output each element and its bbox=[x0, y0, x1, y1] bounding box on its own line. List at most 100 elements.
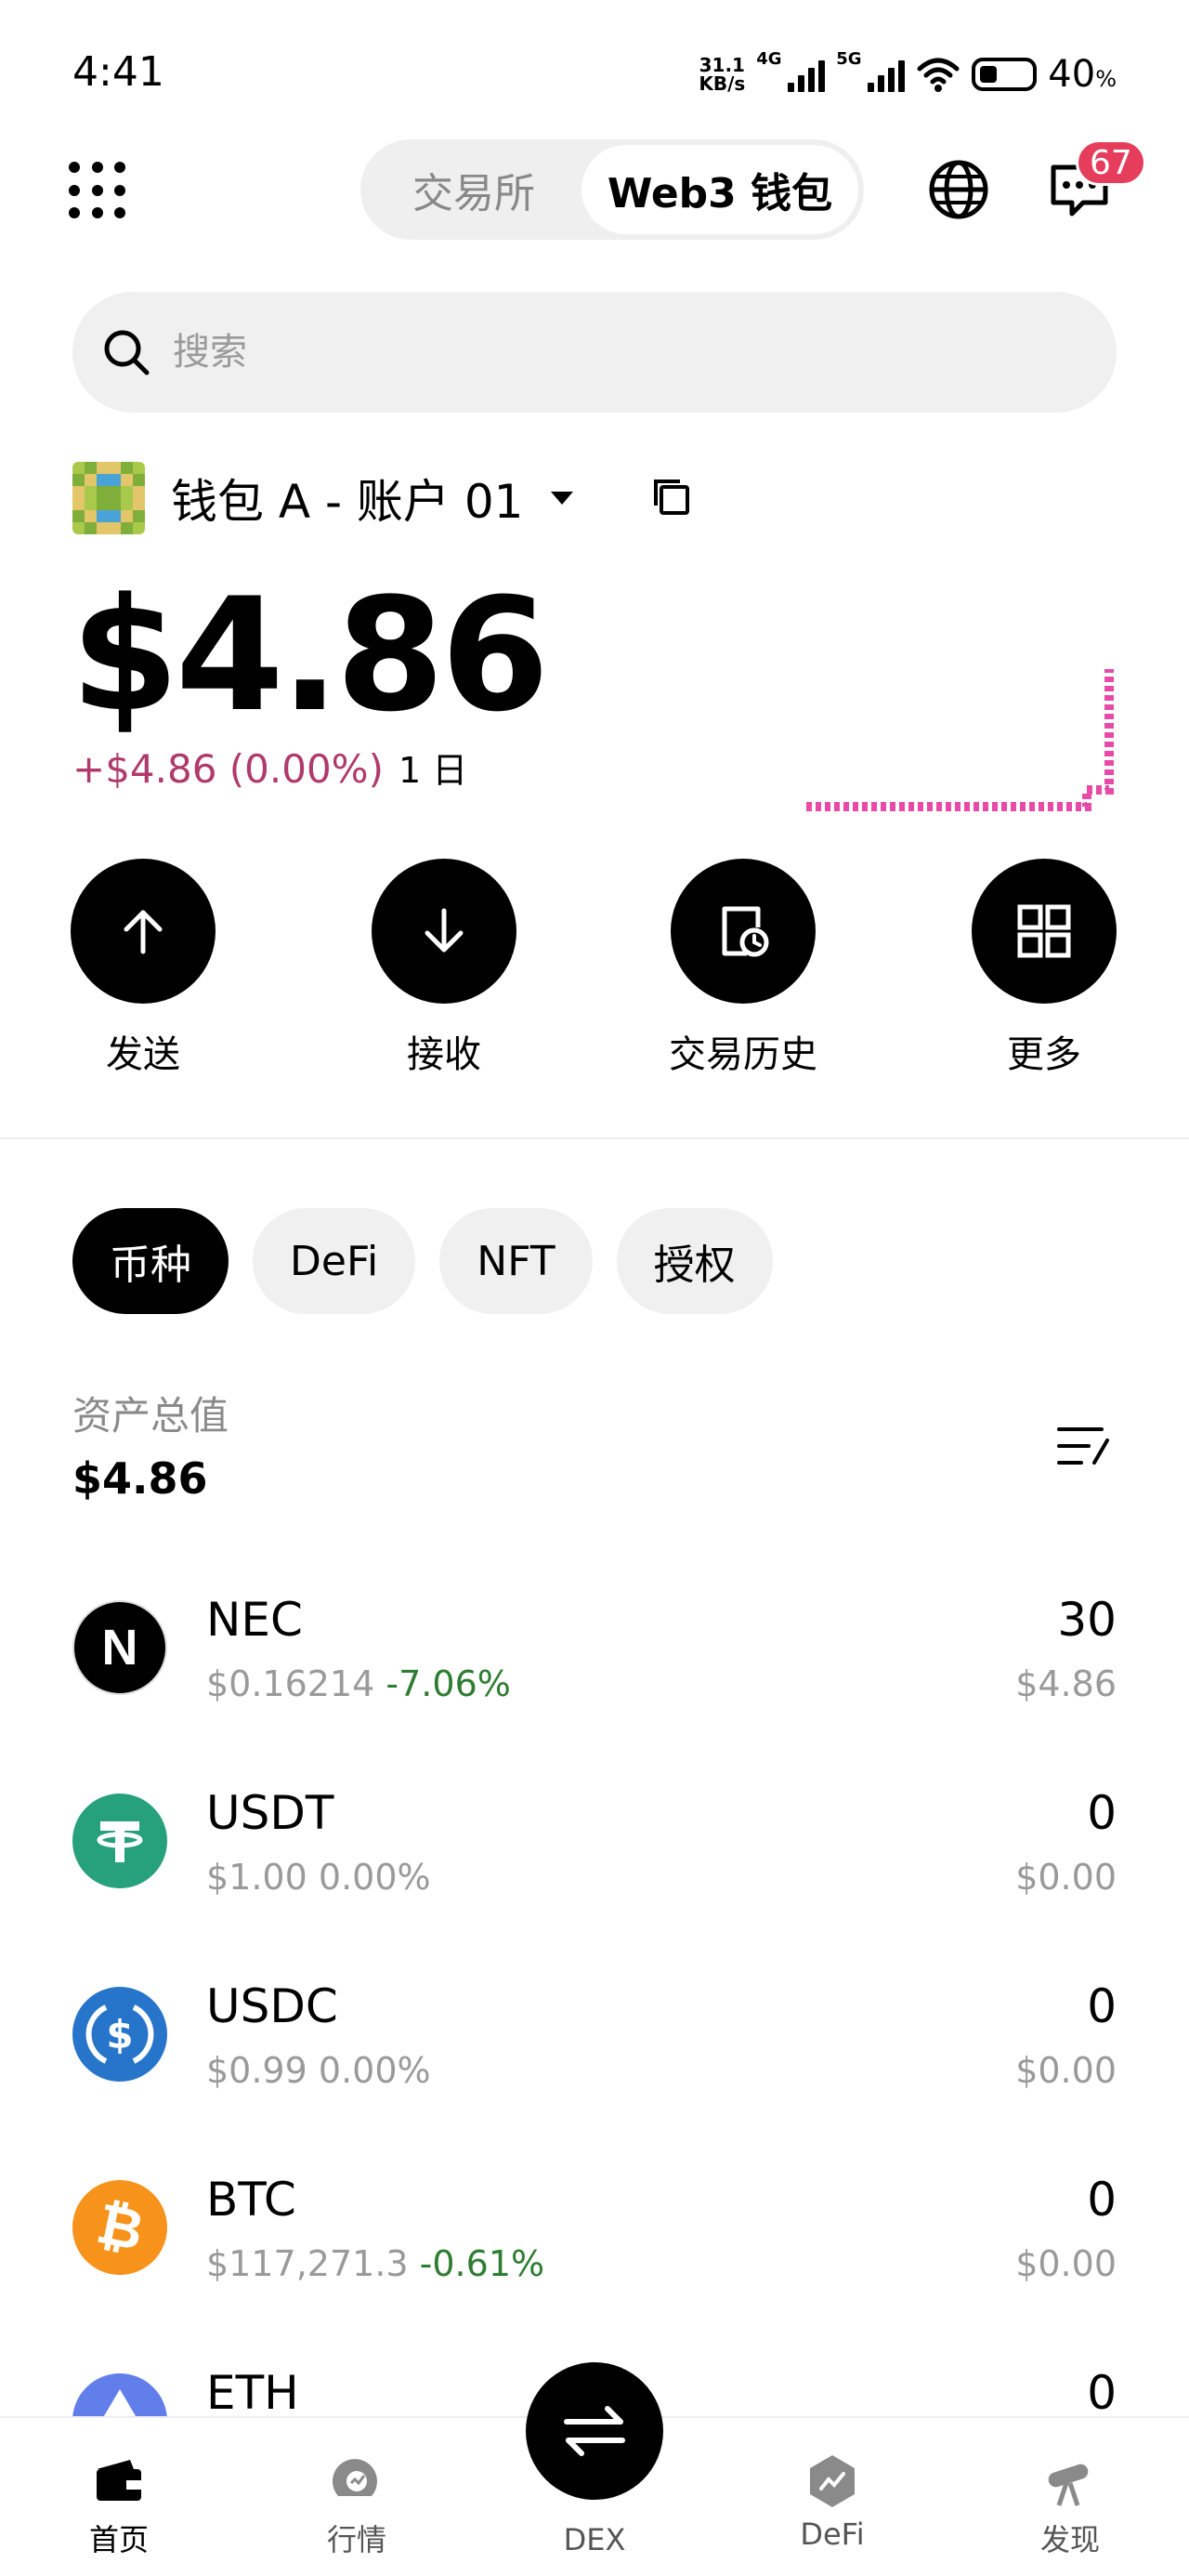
nav-home-label: 首页 bbox=[88, 2522, 149, 2557]
svg-text:$: $ bbox=[106, 2012, 133, 2057]
grid-icon bbox=[972, 859, 1117, 1004]
balance-change-value: +$4.86 (0.00%) bbox=[72, 746, 384, 792]
token-row-usdc[interactable]: $ USDC $0.99 0.00% 0 $0.00 bbox=[0, 1940, 1189, 2134]
history-icon bbox=[671, 859, 816, 1004]
search-bar[interactable] bbox=[72, 292, 1117, 413]
arrow-down-icon bbox=[372, 859, 516, 1004]
token-symbol: ETH bbox=[206, 2366, 299, 2416]
nav-discover[interactable]: 发现 bbox=[996, 2451, 1144, 2559]
receive-label: 接收 bbox=[407, 1033, 481, 1076]
battery-icon bbox=[972, 58, 1038, 91]
status-time: 4:41 bbox=[72, 48, 164, 96]
status-bar: 4:41 31.1 KB/s 4G 5G 40% bbox=[0, 0, 1189, 139]
wallet-icon bbox=[89, 2451, 149, 2511]
tab-nft[interactable]: NFT bbox=[439, 1208, 593, 1314]
token-amount: 0 bbox=[1087, 1786, 1117, 1840]
network-speed-value: 31.1 bbox=[699, 54, 745, 76]
usdt-logo-icon bbox=[72, 1794, 167, 1888]
nav-market[interactable]: 行情 bbox=[282, 2451, 431, 2559]
tab-exchange[interactable]: 交易所 bbox=[366, 145, 581, 234]
search-icon bbox=[104, 330, 150, 375]
token-value: $0.00 bbox=[1015, 2243, 1117, 2284]
token-price: $0.16214 -7.06% bbox=[206, 1663, 511, 1704]
market-icon bbox=[327, 2451, 386, 2511]
nav-market-label: 行情 bbox=[326, 2522, 386, 2557]
caret-down-icon bbox=[551, 492, 574, 505]
tab-web3-wallet[interactable]: Web3 钱包 bbox=[581, 145, 858, 234]
copy-icon[interactable] bbox=[650, 476, 693, 519]
tab-defi[interactable]: DeFi bbox=[253, 1208, 416, 1314]
defi-icon bbox=[803, 2451, 862, 2511]
apps-menu-button[interactable] bbox=[65, 158, 130, 223]
receive-button[interactable]: 接收 bbox=[333, 859, 555, 1078]
eth-logo-icon bbox=[72, 2373, 167, 2416]
nav-defi[interactable]: DeFi bbox=[758, 2451, 907, 2552]
account-avatar bbox=[72, 462, 145, 534]
token-price-change: -0.61% bbox=[419, 2243, 545, 2284]
nav-home[interactable]: 首页 bbox=[45, 2451, 193, 2559]
total-balance: $4.86 bbox=[71, 564, 549, 746]
telescope-icon bbox=[1040, 2451, 1100, 2511]
tab-approvals[interactable]: 授权 bbox=[616, 1208, 773, 1314]
status-indicators: 31.1 KB/s 4G 5G 40% bbox=[699, 49, 1117, 99]
arrow-up-icon bbox=[71, 859, 216, 1004]
signal-4g-label: 4G bbox=[756, 49, 782, 69]
notification-badge: 67 bbox=[1076, 139, 1146, 186]
balance-change-period[interactable]: 1 日 bbox=[399, 742, 467, 793]
token-row-btc[interactable]: ₿ BTC $117,271.3 -0.61% 0 $0.00 bbox=[0, 2134, 1189, 2327]
token-price: $1.00 0.00% bbox=[206, 1857, 431, 1898]
history-button[interactable]: 交易历史 bbox=[632, 859, 855, 1078]
token-price-value: $117,271.3 bbox=[206, 2243, 409, 2284]
nec-logo-icon: N bbox=[72, 1600, 167, 1695]
usdc-logo-icon: $ bbox=[72, 1987, 167, 2082]
token-price-change: 0.00% bbox=[318, 2050, 431, 2091]
token-symbol: NEC bbox=[206, 1593, 303, 1647]
token-row-usdt[interactable]: USDT $1.00 0.00% 0 $0.00 bbox=[0, 1747, 1189, 1940]
token-amount: 0 bbox=[1087, 2366, 1117, 2416]
globe-icon[interactable] bbox=[927, 158, 990, 221]
token-row-nec[interactable]: N NEC $0.16214 -7.06% 30 $4.86 bbox=[0, 1554, 1189, 1747]
token-price-change: 0.00% bbox=[318, 1857, 431, 1898]
asset-filter-tabs: 币种 DeFi NFT 授权 bbox=[72, 1208, 773, 1314]
nav-discover-label: 发现 bbox=[1039, 2522, 1100, 2557]
signal-4g-icon: 4G bbox=[756, 49, 826, 92]
btc-logo-icon: ₿ bbox=[72, 2180, 167, 2275]
history-label: 交易历史 bbox=[669, 1033, 817, 1076]
token-amount: 30 bbox=[1057, 1593, 1117, 1647]
sort-icon[interactable] bbox=[1053, 1420, 1113, 1472]
more-label: 更多 bbox=[1007, 1033, 1081, 1076]
dex-button[interactable] bbox=[526, 2362, 663, 2500]
token-value: $0.00 bbox=[1015, 1857, 1117, 1898]
tab-tokens[interactable]: 币种 bbox=[72, 1208, 229, 1314]
token-symbol: USDC bbox=[206, 1979, 338, 2033]
token-price: $117,271.3 -0.61% bbox=[206, 2243, 544, 2284]
battery-percent: 40% bbox=[1048, 53, 1117, 96]
search-input[interactable] bbox=[173, 331, 1009, 374]
nav-dex-label: DEX bbox=[563, 2522, 626, 2557]
battery-value: 40 bbox=[1048, 53, 1096, 96]
mode-switcher: 交易所 Web3 钱包 bbox=[360, 139, 864, 240]
token-symbol: USDT bbox=[206, 1786, 334, 1840]
token-price-change: -7.06% bbox=[385, 1663, 511, 1704]
signal-5g-label: 5G bbox=[836, 49, 862, 69]
total-assets-label: 资产总值 bbox=[72, 1393, 229, 1439]
token-price-value: $0.99 bbox=[206, 2050, 307, 2091]
account-selector[interactable]: 钱包 A - 账户 01 bbox=[72, 461, 574, 535]
balance-change: +$4.86 (0.00%) 1 日 bbox=[72, 742, 467, 793]
battery-unit: % bbox=[1095, 66, 1117, 92]
token-symbol: BTC bbox=[206, 2173, 296, 2227]
send-label: 发送 bbox=[106, 1033, 180, 1076]
token-price-value: $0.16214 bbox=[206, 1663, 375, 1704]
token-value: $4.86 bbox=[1015, 1663, 1117, 1704]
section-divider bbox=[0, 1137, 1189, 1139]
total-assets-value: $4.86 bbox=[72, 1453, 208, 1504]
swap-icon bbox=[564, 2406, 625, 2456]
more-button[interactable]: 更多 bbox=[933, 859, 1156, 1078]
token-price: $0.99 0.00% bbox=[206, 2050, 431, 2091]
account-name: 钱包 A - 账户 01 bbox=[171, 475, 524, 529]
send-button[interactable]: 发送 bbox=[32, 859, 255, 1078]
token-amount: 0 bbox=[1087, 2173, 1117, 2227]
balance-sparkline bbox=[806, 669, 1114, 811]
network-speed: 31.1 KB/s bbox=[699, 56, 745, 93]
signal-5g-icon: 5G bbox=[836, 49, 906, 92]
